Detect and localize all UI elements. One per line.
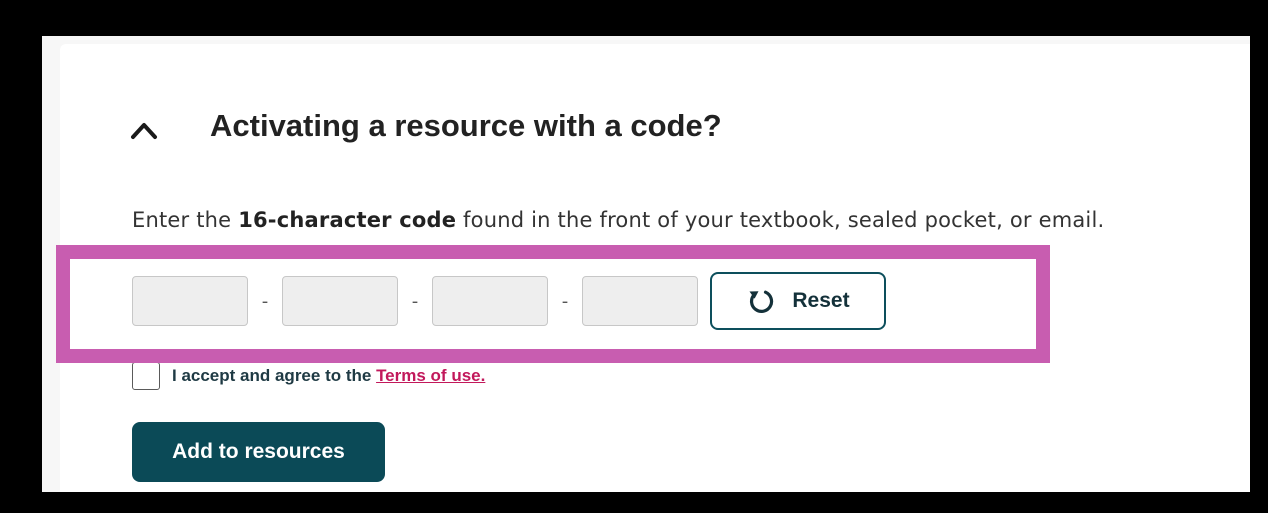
terms-label: I accept and agree to the <box>172 366 377 385</box>
code-segment-4-input[interactable] <box>582 276 698 326</box>
code-segment-1-input[interactable] <box>132 276 248 326</box>
section-heading: Activating a resource with a code? <box>210 108 722 143</box>
code-separator: - <box>261 290 269 312</box>
reset-icon <box>749 290 774 313</box>
code-separator: - <box>561 290 569 312</box>
code-segment-3-input[interactable] <box>432 276 548 326</box>
code-instructions: Enter the 16-character code found in the… <box>132 208 1104 232</box>
instructions-suffix: found in the front of your textbook, sea… <box>456 208 1105 232</box>
add-to-resources-button[interactable]: Add to resources <box>132 422 385 482</box>
terms-text: I accept and agree to the Terms of use. <box>172 366 485 386</box>
code-separator: - <box>411 290 419 312</box>
instructions-prefix: Enter the <box>132 208 239 232</box>
chevron-up-icon[interactable] <box>130 120 158 140</box>
code-entry-row: - - - Reset <box>132 272 886 330</box>
terms-checkbox[interactable] <box>132 362 160 390</box>
terms-of-use-link[interactable]: Terms of use. <box>376 366 485 385</box>
activation-panel: Activating a resource with a code? Enter… <box>60 44 1250 492</box>
reset-label: Reset <box>792 289 850 312</box>
code-segment-2-input[interactable] <box>282 276 398 326</box>
terms-row: I accept and agree to the Terms of use. <box>132 362 485 390</box>
screenshot-frame: Activating a resource with a code? Enter… <box>42 36 1250 492</box>
reset-button[interactable]: Reset <box>710 272 886 330</box>
instructions-bold: 16-character code <box>238 208 457 232</box>
